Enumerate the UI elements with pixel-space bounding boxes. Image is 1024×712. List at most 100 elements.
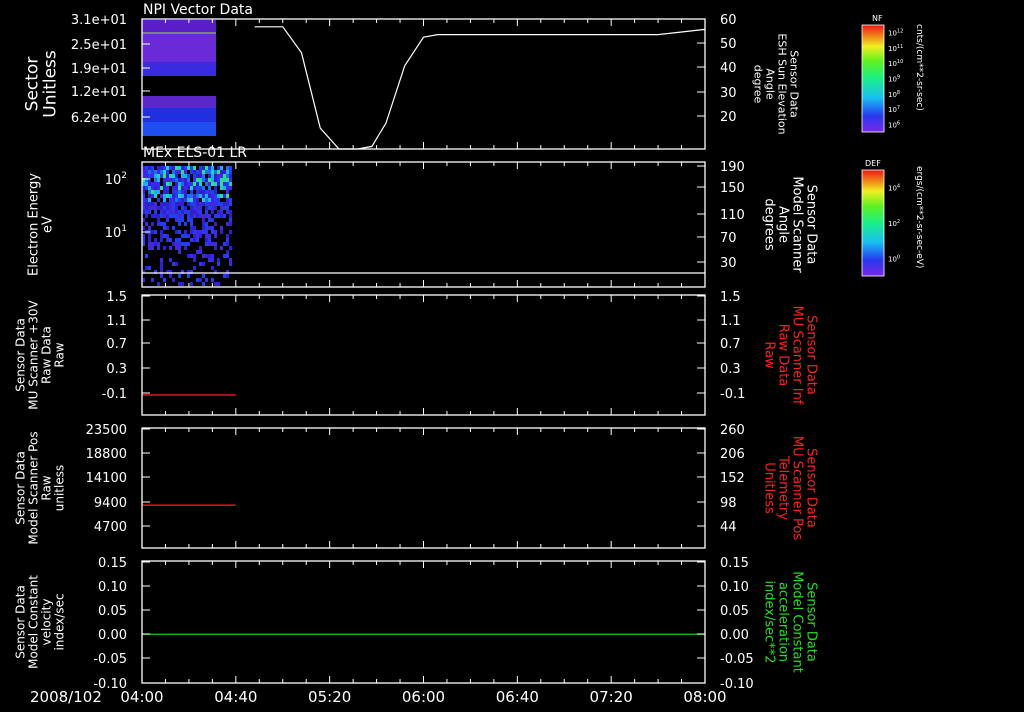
spectrogram-cell xyxy=(157,174,160,178)
tick-exponent: 2 xyxy=(897,219,900,225)
spectrogram-cell xyxy=(184,190,187,194)
spectrogram-cell xyxy=(193,170,196,174)
spectrogram-cell xyxy=(184,194,187,198)
spectrogram-cell xyxy=(178,214,181,218)
spectrogram-cell xyxy=(178,198,181,202)
spectrogram-cell xyxy=(211,170,214,174)
date-label: 2008/102 xyxy=(30,688,102,706)
left-axis-label: Sensor Data xyxy=(14,318,28,392)
left-axis-label: Sensor Data xyxy=(14,451,28,525)
spectrogram-cell xyxy=(160,234,163,238)
colorbar-tick-label: 104 xyxy=(888,184,900,193)
spectrogram-cell xyxy=(199,230,202,234)
spectrogram-cell xyxy=(175,242,178,246)
right-tick-label: 150 xyxy=(720,181,745,196)
spectrogram-cell xyxy=(214,182,217,186)
spectrogram-cell xyxy=(163,182,166,186)
spectrogram-cell xyxy=(199,206,202,210)
right-tick-label: 0.15 xyxy=(720,556,749,571)
right-axis-label: MU Scanner Inf xyxy=(790,306,805,405)
spectrogram-cell xyxy=(208,202,211,206)
spectrogram-cell xyxy=(220,246,223,250)
spectrogram-cell xyxy=(190,198,193,202)
spectrogram-cell xyxy=(157,206,160,210)
spectrogram-cell xyxy=(154,230,157,234)
spectrogram-cell xyxy=(223,274,226,278)
colorbar-def: DEF 104 102 100 ergs/(cm**2-sr-sec-eV) xyxy=(861,159,924,277)
panel-mu-raw xyxy=(141,294,706,416)
spectrogram-cell xyxy=(172,242,175,246)
spectrogram-cell xyxy=(217,202,220,206)
tick-exponent: 2 xyxy=(121,171,127,181)
spectrogram-cell xyxy=(208,238,211,242)
left-axis-label: Raw xyxy=(40,475,54,500)
spectrogram-cell xyxy=(190,210,193,214)
spectrogram-cell xyxy=(178,218,181,222)
spectrogram-cell xyxy=(178,186,181,190)
colorbar-tick-label: 1012 xyxy=(888,29,903,38)
colorbar-scale xyxy=(861,24,885,133)
spectrogram-cells xyxy=(142,34,216,62)
spectrogram-cell xyxy=(184,222,187,226)
spectrogram-cell xyxy=(172,166,175,170)
tick-exponent: 9 xyxy=(897,75,900,81)
right-tick-label: 260 xyxy=(720,423,745,438)
colorbar-title: DEF xyxy=(865,159,881,168)
spectrogram-cell xyxy=(190,222,193,226)
spectrogram-cell xyxy=(166,194,169,198)
spectrogram-cell xyxy=(214,202,217,206)
spectrogram-cell xyxy=(229,258,232,262)
spectrogram-cell xyxy=(211,210,214,214)
left-axis-label: Model Constant xyxy=(27,575,41,669)
spectrogram-cell xyxy=(172,202,175,206)
right-tick-label: 98 xyxy=(720,496,737,511)
spectrogram-cell xyxy=(193,210,196,214)
spectrogram-cell xyxy=(151,174,154,178)
spectrogram-cell xyxy=(214,230,217,234)
spectrogram-cell xyxy=(178,246,181,250)
spectrogram-cell xyxy=(175,170,178,174)
spectrogram-cell xyxy=(211,254,214,258)
spectrogram-cell xyxy=(217,182,220,186)
time-tick-label: 04:00 xyxy=(120,688,163,706)
colorbar-ticks: 101210111010109108107106 xyxy=(888,29,903,130)
spectrogram-cell xyxy=(157,170,160,174)
left-axis-label: Raw Data xyxy=(40,326,54,384)
spectrogram-cell xyxy=(208,186,211,190)
spectrogram-cell xyxy=(148,202,151,206)
spectrogram-cell xyxy=(202,186,205,190)
right-tick-label: 30 xyxy=(720,86,737,101)
right-axis-label: Model Scanner xyxy=(790,176,805,273)
spectrogram-cell xyxy=(190,238,193,242)
spectrogram-cell xyxy=(202,214,205,218)
spectrogram-cell xyxy=(226,190,229,194)
spectrogram-cell xyxy=(211,166,214,170)
spectrogram-cell xyxy=(205,226,208,230)
spectrogram-cell xyxy=(208,206,211,210)
spectrogram-cell xyxy=(211,198,214,202)
spectrogram-cell xyxy=(214,206,217,210)
spectrogram-cell xyxy=(208,174,211,178)
spectrogram-cell xyxy=(202,174,205,178)
spectrogram-cell xyxy=(211,202,214,206)
spectrogram-cell xyxy=(196,170,199,174)
spectrogram-cell xyxy=(148,226,151,230)
spectrogram-cell xyxy=(163,214,166,218)
left-axis-label: Electron Energy xyxy=(27,173,42,276)
spectrogram-cell xyxy=(217,258,220,262)
spectrogram-cell xyxy=(175,174,178,178)
spectrogram-cell xyxy=(181,210,184,214)
spectrogram-cell xyxy=(223,170,226,174)
spectrogram-cell xyxy=(166,166,169,170)
panel-frame xyxy=(141,427,706,549)
spectrogram-cell xyxy=(160,258,163,262)
spectrogram-cell xyxy=(184,206,187,210)
spectrogram-cell xyxy=(217,174,220,178)
spectrogram-cell xyxy=(169,202,172,206)
right-tick-label: 110 xyxy=(720,208,745,223)
left-tick-label: 1.5 xyxy=(106,290,127,305)
colorbar-tick-label: 100 xyxy=(888,254,900,263)
spectrogram-cell xyxy=(166,182,169,186)
spectrogram-cell xyxy=(157,214,160,218)
spectrogram-cell xyxy=(160,262,163,266)
